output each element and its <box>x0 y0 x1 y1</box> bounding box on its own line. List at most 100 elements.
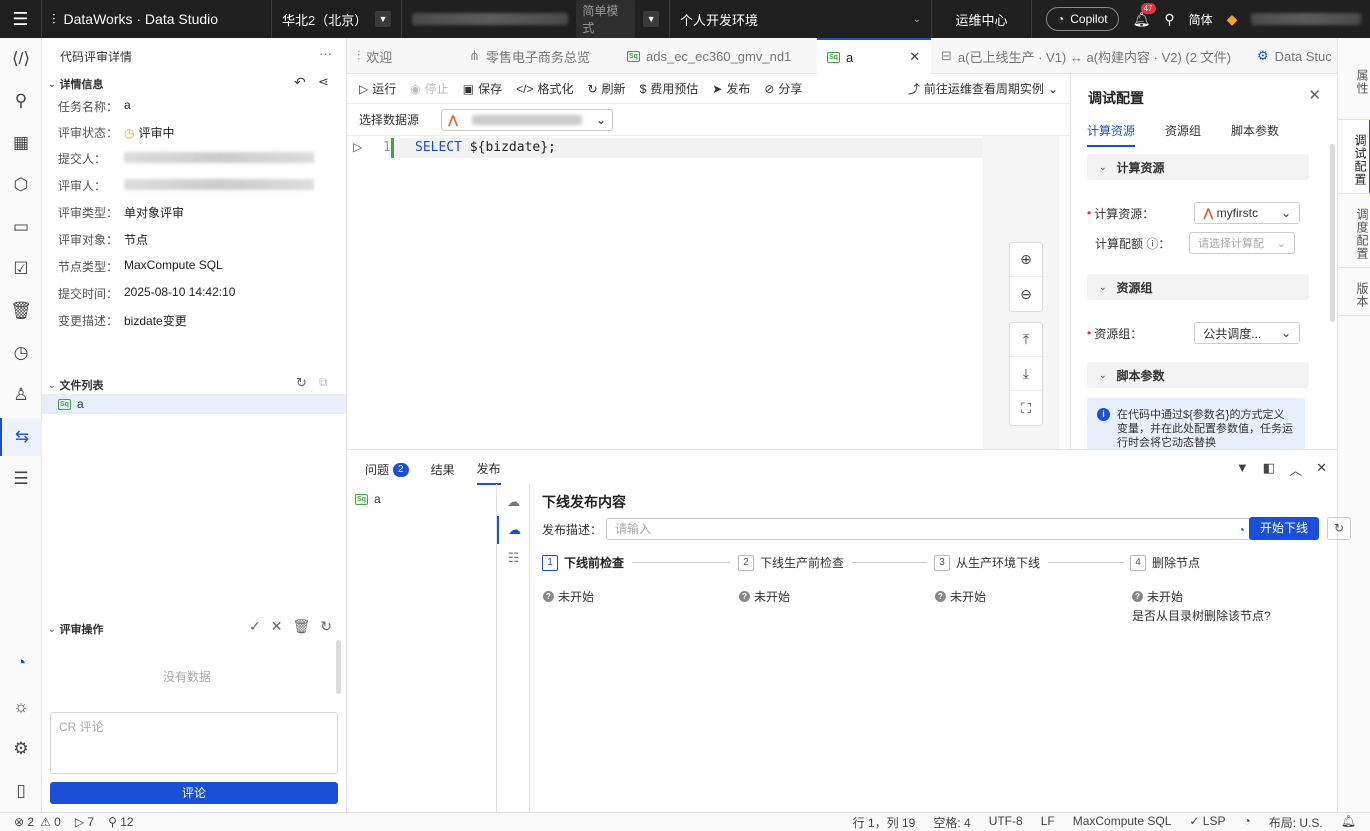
code-icon[interactable]: ⟨/⟩ <box>0 40 42 78</box>
publish-desc-input[interactable]: 请输入 ◔ <box>606 518 1253 540</box>
copilot-status-icon[interactable]: ◔ <box>1244 814 1251 831</box>
language-switch[interactable]: 简体 <box>1189 11 1213 28</box>
close-icon[interactable]: ✕ <box>1316 460 1327 479</box>
tab-compute-resource[interactable]: 计算资源 <box>1087 122 1136 147</box>
publish-button[interactable]: ➤ 发布 <box>712 80 750 97</box>
user-icon[interactable]: ♙ <box>0 376 42 414</box>
code-line[interactable]: SELECT ${bizdate}; <box>415 140 556 155</box>
sidebar-toggle-icon[interactable]: ▯ <box>0 772 42 810</box>
save-button[interactable]: ▣ 保存 <box>463 80 502 97</box>
tab-script-params[interactable]: 脚本参数 <box>1231 122 1279 147</box>
fit-icon[interactable]: ⛶ <box>1010 391 1042 425</box>
tab-version[interactable]: 版本 <box>1338 268 1370 316</box>
ops-center-link[interactable]: 运维中心 <box>932 0 1032 38</box>
lineage-icon[interactable]: ⚲ <box>0 82 42 120</box>
tab-schedule-config[interactable]: 调度配置 <box>1338 194 1370 268</box>
line-ending[interactable]: LF <box>1041 814 1055 831</box>
scrollbar[interactable] <box>1330 144 1335 322</box>
filter-icon[interactable]: ▼ <box>1236 460 1249 479</box>
chevron-up-icon[interactable]: ︿ <box>1289 460 1302 479</box>
code-editor[interactable]: ▷ 1 SELECT ${bizdate}; ⊕ ⊖ ⤒ ⤓ ⛶ <box>347 136 1070 449</box>
quota-select[interactable]: 请选择计算配 ⌄ <box>1189 232 1295 254</box>
approve-icon[interactable]: ✓ <box>249 618 261 635</box>
refresh-button[interactable]: ↻ 刷新 <box>587 80 625 97</box>
start-offline-button[interactable]: 开始下线 <box>1249 517 1319 540</box>
datasource-select[interactable]: ⋀ ⌄ <box>441 108 614 131</box>
bell-icon[interactable]: 🔔︎ <box>1341 814 1356 831</box>
copilot-icon[interactable]: ◔ <box>1238 520 1245 540</box>
tab-debug-config[interactable]: 调试配置 <box>1338 120 1370 194</box>
sends-count[interactable]: ⚲ 12 <box>108 815 133 829</box>
reject-icon[interactable]: ✕ <box>271 618 283 635</box>
close-icon[interactable]: ✕ <box>1308 86 1321 104</box>
comment-button[interactable]: 评论 <box>50 782 338 804</box>
indent-spaces[interactable]: 空格: 4 <box>933 814 970 831</box>
trash-icon[interactable]: 🗑︎ <box>0 292 42 330</box>
stop-button[interactable]: ◉ 停止 <box>410 80 449 97</box>
code-review-icon[interactable]: ⇆ <box>0 418 42 456</box>
cost-estimate-button[interactable]: $ 费用预估 <box>640 80 699 97</box>
cloud-upload-icon[interactable]: ☁ <box>497 488 530 516</box>
review-ops-header[interactable]: ⌄ 评审操作 <box>48 621 104 637</box>
refresh-icon[interactable]: ↻ <box>1327 517 1351 540</box>
copilot-side-icon[interactable]: ◔ <box>0 644 42 682</box>
tab-issues[interactable]: 问题 2 <box>365 460 409 485</box>
region-selector[interactable]: 华北2（北京） ▼ <box>272 0 402 38</box>
user-account-blurred[interactable] <box>1251 13 1362 25</box>
scroll-bottom-icon[interactable]: ⤓ <box>1010 357 1042 391</box>
more-icon[interactable]: ··· <box>319 46 332 61</box>
table-icon[interactable]: ▦ <box>0 124 42 162</box>
share-button[interactable]: ⊘ 分享 <box>764 80 802 97</box>
run-line-icon[interactable]: ▷ <box>353 140 362 154</box>
vip-icon[interactable]: ◆ <box>1227 11 1238 28</box>
tab-welcome[interactable]: ⫶ 欢迎 <box>347 38 459 74</box>
compute-resource-select[interactable]: ⋀ myfirstc ⌄ <box>1194 202 1301 224</box>
checklist-icon[interactable]: ☑ <box>0 250 42 288</box>
details-section-header[interactable]: ⌄ 详情信息 <box>48 76 104 92</box>
tab-ads-gmv[interactable]: Sq ads_ec_ec360_gmv_nd1 <box>617 38 817 74</box>
environment-selector[interactable]: 个人开发环境 ⌄ <box>670 0 932 38</box>
warnings-count[interactable]: ⚠ 0 <box>40 815 61 829</box>
resource-group-select[interactable]: 公共调度... ⌄ <box>1194 322 1301 344</box>
workspace-selector[interactable]: 简单模式 ▼ <box>402 0 670 38</box>
share-icon[interactable]: ⋖ <box>318 74 329 90</box>
language-mode[interactable]: MaxCompute SQL <box>1073 814 1172 831</box>
refresh-icon[interactable]: ↻ <box>296 375 307 391</box>
list-item[interactable]: Sq a <box>355 492 381 506</box>
copilot-button[interactable]: ◔ Copilot <box>1046 7 1119 31</box>
cloud-download-icon[interactable]: ☁ <box>497 516 530 544</box>
tab-publish[interactable]: 发布 <box>476 460 501 485</box>
tab-resource-group[interactable]: 资源组 <box>1165 122 1201 147</box>
brand[interactable]: ⫶ DataWorks · Data Studio <box>42 0 272 38</box>
refresh-icon[interactable]: ↻ <box>320 618 332 635</box>
sun-icon[interactable]: ☼ <box>0 688 42 726</box>
undo-icon[interactable]: ↶ <box>294 74 306 91</box>
scrollbar[interactable] <box>336 640 341 694</box>
list-icon[interactable]: ☷ <box>497 544 530 572</box>
document-icon[interactable]: ☰ <box>0 460 42 498</box>
close-icon[interactable]: ✕ <box>909 49 920 65</box>
cr-comment-input[interactable]: CR 评论 <box>50 712 338 774</box>
bell-icon[interactable]: 🔔︎ 47 <box>1133 2 1156 28</box>
trash-icon[interactable]: 🗑︎ <box>292 618 310 635</box>
errors-count[interactable]: ⊗ 2 <box>14 815 34 829</box>
tab-results[interactable]: 结果 <box>431 460 455 485</box>
rg-section-header[interactable]: ⌄ 资源组 <box>1087 274 1309 300</box>
puzzle-icon[interactable]: ⬡ <box>0 166 42 204</box>
tab-properties[interactable]: 属性 <box>1338 38 1370 120</box>
folder-icon[interactable]: ▭ <box>0 208 42 246</box>
wrench-icon[interactable]: ⚲ <box>1164 11 1174 28</box>
run-button[interactable]: ▷ 运行 <box>359 80 396 97</box>
zoom-in-icon[interactable]: ⊕ <box>1010 243 1042 277</box>
file-list-header[interactable]: ⌄ 文件列表 <box>48 377 104 393</box>
tab-retail-overview[interactable]: ⋔ 零售电子商务总览 <box>459 38 617 74</box>
tab-data-studio[interactable]: ⚙ Data Stuc <box>1247 38 1337 74</box>
runs-count[interactable]: ▷ 7 <box>75 815 94 829</box>
split-icon[interactable]: ◧ <box>1263 460 1275 479</box>
file-list-item[interactable]: Sq a <box>42 394 346 414</box>
tab-a[interactable]: Sq a ✕ <box>817 38 931 74</box>
copy-icon[interactable]: ⧉ <box>319 375 328 390</box>
menu-icon[interactable]: ☰ <box>0 0 42 38</box>
file-encoding[interactable]: UTF-8 <box>989 814 1023 831</box>
compute-section-header[interactable]: ⌄ 计算资源 <box>1087 154 1309 180</box>
